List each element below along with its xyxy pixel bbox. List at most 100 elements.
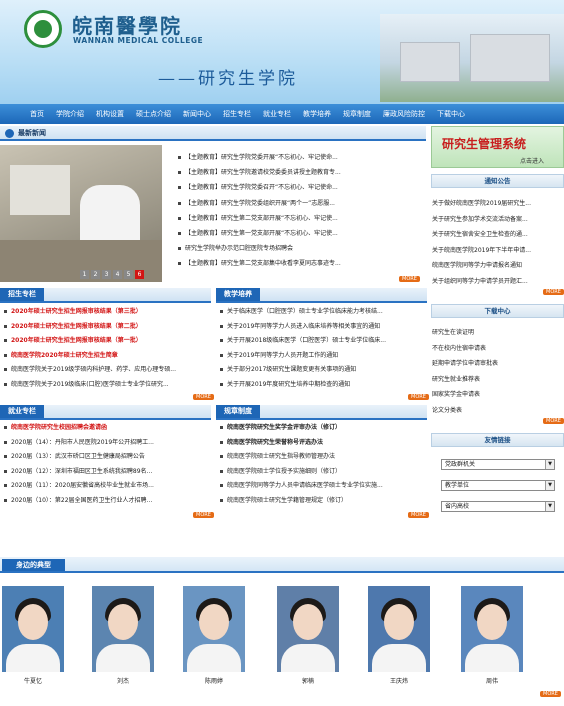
list-item[interactable]: 【主题教育】研究生学院党委组织开展“两个一”志愿服... (178, 196, 418, 211)
list-item-text[interactable]: 【主题教育】研究生学院党委组织开展“两个一”志愿服... (185, 200, 335, 207)
model-card[interactable]: 刘杰 (92, 586, 154, 685)
list-item-text[interactable]: 皖南医学院硕士研究生指导教师管理办法 (227, 453, 335, 460)
models-more-button[interactable]: MORE (540, 691, 561, 697)
list-item[interactable]: 【主题教育】研究生第一党支部开展“不忘初心、牢记使... (178, 226, 418, 241)
latest-news-more-button[interactable]: MORE (399, 276, 420, 282)
list-item-text[interactable]: 皖南医学院研究生荣誉称号评选办法 (227, 439, 323, 446)
list-item[interactable]: 不在校内住宿申请表 (432, 341, 564, 357)
friend-link-select[interactable]: 教学单位 ▼ (441, 480, 555, 491)
nav-item-4[interactable]: 新闻中心 (177, 109, 217, 119)
list-item[interactable]: 皖南医学院关于2019级学硕内科护理、药学、应用心理专硕... (4, 363, 209, 378)
list-item[interactable]: 【主题教育】研究生学院党委开展“不忘初心、牢记使命... (178, 150, 418, 165)
pager-button-1[interactable]: 1 (80, 270, 89, 279)
chevron-down-icon[interactable]: ▼ (545, 460, 554, 469)
model-card[interactable]: 郭楠 (277, 586, 339, 685)
model-photo[interactable] (277, 586, 339, 672)
model-photo[interactable] (92, 586, 154, 672)
list-item-text[interactable]: 关于研究生参加学术交流活动备案... (432, 216, 528, 223)
list-item-text[interactable]: 国家奖学金申请表 (432, 391, 480, 398)
list-item-text[interactable]: 关于开展2018级临床医学（口腔医学）硕士专业学位临床... (227, 337, 386, 344)
list-item-text[interactable]: 2020届（10）：第22届全国医药卫生行业人才招聘... (11, 497, 152, 504)
model-name[interactable]: 王庆炜 (368, 676, 430, 685)
chevron-down-icon[interactable]: ▼ (545, 502, 554, 511)
list-item-text[interactable]: 【主题教育】研究生第二党支部集中收看李夏同志事迹专... (185, 260, 341, 267)
pager-button-5[interactable]: 5 (124, 270, 133, 279)
list-item[interactable]: 2020届（11）：2020届安徽省高校毕业生就业市场... (4, 479, 209, 494)
list-item-text[interactable]: 2020届（14）：丹阳市人民医院2019年公开招聘工... (11, 439, 154, 446)
list-item[interactable]: 关于开展2018级临床医学（口腔医学）硕士专业学位临床... (220, 334, 425, 349)
list-item-text[interactable]: 关于2019年同等学力人员开题工作的通知 (227, 352, 338, 359)
list-item[interactable]: 2020年硕士研究生招生网报审核结果（第三批） (4, 305, 209, 320)
model-name[interactable]: 牛夏忆 (2, 676, 64, 685)
list-item[interactable]: 关于研究生宿舍安全卫生检查的通... (432, 227, 564, 243)
model-name[interactable]: 陈雨婷 (183, 676, 245, 685)
list-item[interactable]: 2020年硕士研究生招生网报审核结果（第一批） (4, 334, 209, 349)
list-item[interactable]: 皖南医学院同等学力申请报名通知 (432, 258, 564, 274)
model-card[interactable]: 王庆炜 (368, 586, 430, 685)
list-item-text[interactable]: 研究生学院举办示范口腔医院专场招聘会 (185, 245, 293, 252)
list-item-text[interactable]: 2020届（11）：2020届安徽省高校毕业生就业市场... (11, 482, 154, 489)
list-item-text[interactable]: 【主题教育】研究生第二党支部开展“不忘初心、牢记使... (185, 215, 338, 222)
employment-more-button[interactable]: MORE (193, 512, 214, 518)
list-item-text[interactable]: 论文分类表 (432, 407, 462, 414)
model-photo[interactable] (183, 586, 245, 672)
list-item-text[interactable]: 皖南医学院关于2019级临床(口腔)医学硕士专业学位研究... (11, 381, 169, 388)
list-item[interactable]: 2020届（10）：第22届全国医药卫生行业人才招聘... (4, 494, 209, 509)
nav-item-5[interactable]: 招生专栏 (217, 109, 257, 119)
pager-button-6[interactable]: 6 (135, 270, 144, 279)
list-item-text[interactable]: 2020年硕士研究生招生网报审核结果（第三批） (11, 308, 142, 315)
grad-system-banner[interactable]: 研究生管理系统 点击进入 (431, 126, 564, 168)
list-item[interactable]: 皖南医学院关于2019级临床(口腔)医学硕士专业学位研究... (4, 378, 209, 393)
list-item-text[interactable]: 皖南医学院2020年硕士研究生招生简章 (11, 352, 118, 359)
list-item[interactable]: 2020届（13）：武汉市硚口区卫生健康局招聘公告 (4, 450, 209, 465)
list-item[interactable]: 研究生在读证明 (432, 325, 564, 341)
list-item-text[interactable]: 2020年硕士研究生招生网报审核结果（第二批） (11, 323, 142, 330)
list-item-text[interactable]: 【主题教育】研究生学院党委召开“不忘初心、牢记使命... (185, 184, 338, 191)
list-item-text[interactable]: 2020年硕士研究生招生网报审核结果（第一批） (11, 337, 142, 344)
model-card[interactable]: 牛夏忆 (2, 586, 64, 685)
list-item-text[interactable]: 关于部分2017级研究生课题变更有关事项的通知 (227, 366, 356, 373)
list-item[interactable]: 关于部分2017级研究生课题变更有关事项的通知 (220, 363, 425, 378)
list-item-text[interactable]: 关于临床医学（口腔医学）硕士专业学位临床能力考核结... (227, 308, 383, 315)
list-item-text[interactable]: 【主题教育】研究生学院党委开展“不忘初心、牢记使命... (185, 154, 338, 161)
list-item[interactable]: 关于2019年同等学力人员开题工作的通知 (220, 349, 425, 364)
list-item[interactable]: 皖南医学院研究生校园招聘会邀请函 (4, 421, 209, 436)
list-item-text[interactable]: 皖南医学院硕士学位授予实施细则（修订） (227, 468, 341, 475)
pager-button-4[interactable]: 4 (113, 270, 122, 279)
list-item-text[interactable]: 皖南医学院同等学力申请报名通知 (432, 262, 522, 269)
list-item[interactable]: 国家奖学金申请表 (432, 387, 564, 403)
list-item[interactable]: 皖南医学院同等学力人员申请临床医学硕士专业学位实施... (220, 479, 425, 494)
nav-item-7[interactable]: 教学培养 (297, 109, 337, 119)
school-logo-icon[interactable] (24, 10, 62, 48)
nav-item-10[interactable]: 下载中心 (431, 109, 471, 119)
list-item[interactable]: 研究生学院举办示范口腔医院专场招聘会 (178, 241, 418, 256)
list-item[interactable]: 关于组织同等学力申请学员开题汇... (432, 274, 564, 290)
download-more-button[interactable]: MORE (543, 418, 564, 424)
list-item[interactable]: 皖南医学院硕士学位授予实施细则（修订） (220, 465, 425, 480)
model-name[interactable]: 周伟 (461, 676, 523, 685)
list-item[interactable]: 关于临床医学（口腔医学）硕士专业学位临床能力考核结... (220, 305, 425, 320)
list-item[interactable]: 【主题教育】研究生第二党支部开展“不忘初心、牢记使... (178, 211, 418, 226)
list-item-text[interactable]: 皖南医学院硕士研究生学籍管理规定（修订） (227, 497, 347, 504)
nav-item-0[interactable]: 首页 (24, 109, 50, 119)
model-card[interactable]: 陈雨婷 (183, 586, 245, 685)
list-item-text[interactable]: 关于2019年同等学力人员进入临床培养等相关事宜的通知 (227, 323, 380, 330)
friend-link-select[interactable]: 党政群机关 ▼ (441, 459, 555, 470)
list-item-text[interactable]: 研究生就业推荐表 (432, 376, 480, 383)
list-item-text[interactable]: 关于组织同等学力申请学员开题汇... (432, 278, 528, 285)
list-item[interactable]: 关于2019年同等学力人员进入临床培养等相关事宜的通知 (220, 320, 425, 335)
list-item-text[interactable]: 2020届（12）：深圳市福田区卫生系统我招聘89名... (11, 468, 152, 475)
list-item[interactable]: 关于做好皖南医学院2019届研究生... (432, 196, 564, 212)
list-item-text[interactable]: 皖南医学院研究生奖学金评审办法（修订） (227, 424, 341, 431)
list-item[interactable]: 皖南医学院研究生荣誉称号评选办法 (220, 436, 425, 451)
list-item[interactable]: 【主题教育】研究生学院邀请校党委委员讲授主题教育专... (178, 165, 418, 180)
list-item-text[interactable]: 不在校内住宿申请表 (432, 345, 486, 352)
list-item[interactable]: 延期申请学位申请审批表 (432, 356, 564, 372)
list-item-text[interactable]: 皖南医学院研究生校园招聘会邀请函 (11, 424, 107, 431)
list-item[interactable]: 2020年硕士研究生招生网报审核结果（第二批） (4, 320, 209, 335)
pager-button-3[interactable]: 3 (102, 270, 111, 279)
list-item-text[interactable]: 2020届（13）：武汉市硚口区卫生健康局招聘公告 (11, 453, 145, 460)
list-item[interactable]: 【主题教育】研究生第二党支部集中收看李夏同志事迹专... (178, 256, 418, 271)
list-item[interactable]: 论文分类表 (432, 403, 564, 419)
teaching-more-button[interactable]: MORE (408, 394, 429, 400)
